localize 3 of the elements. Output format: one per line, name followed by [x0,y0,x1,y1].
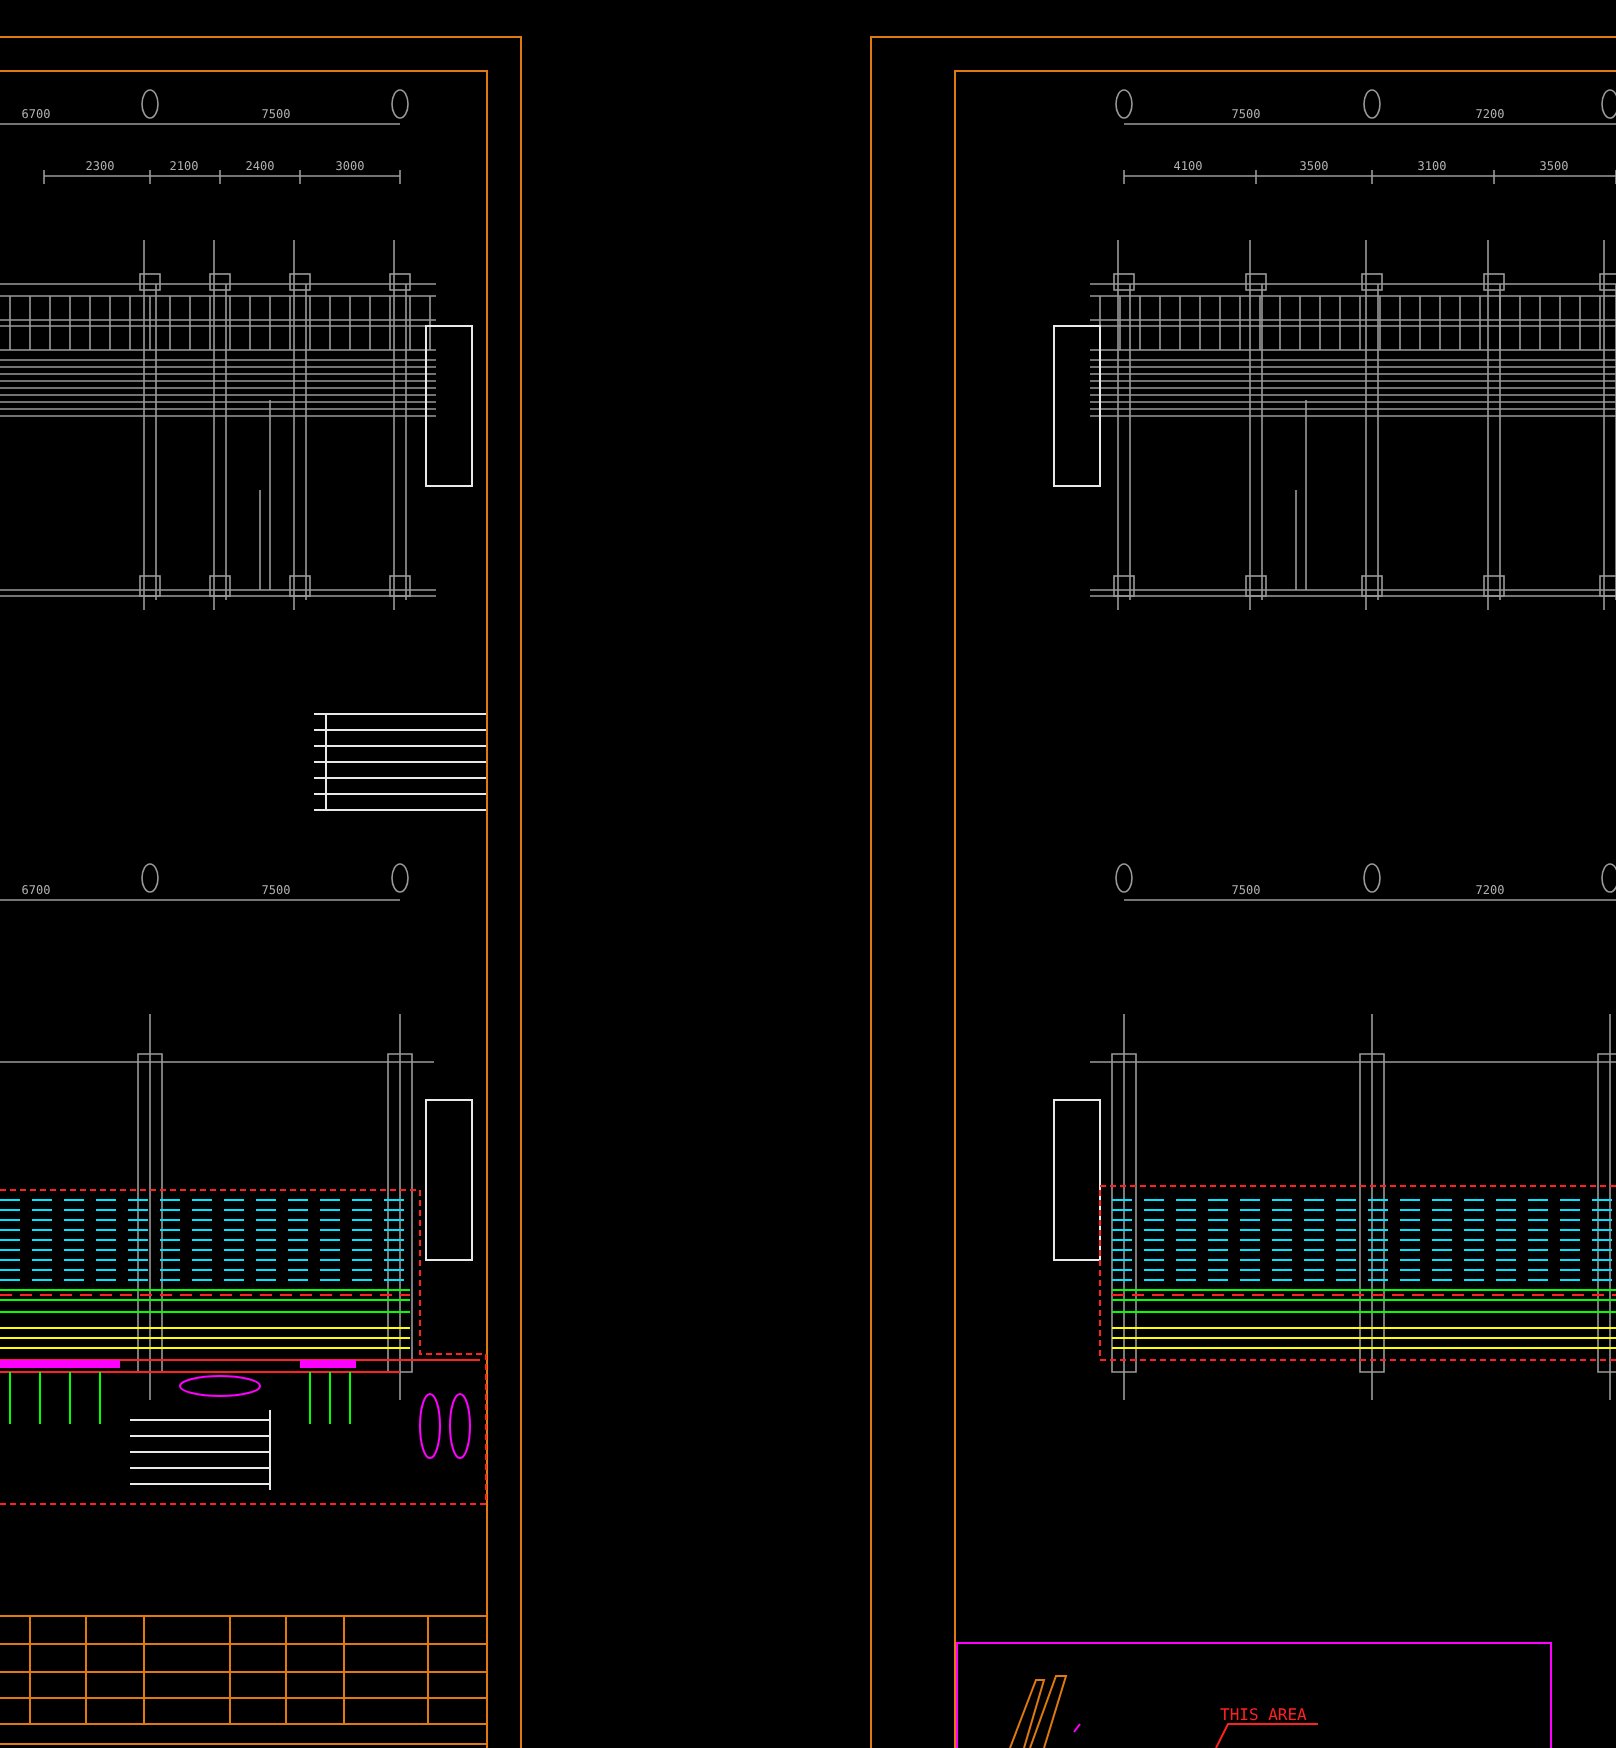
leader-line [1215,1723,1319,1748]
callout-label: THIS AREA [1220,1706,1307,1724]
sketch-drawing [1009,1675,1081,1748]
